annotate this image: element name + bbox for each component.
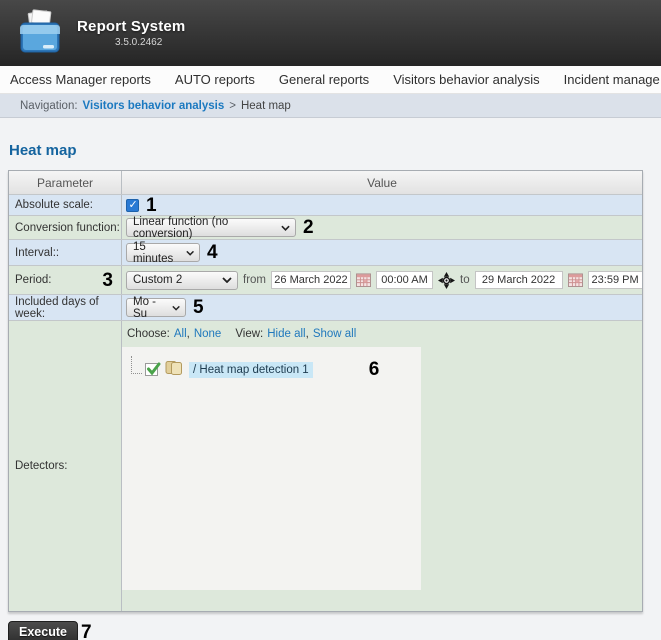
period-from-date-input[interactable]: 26 March 2022 — [271, 271, 351, 289]
view-show-all-link[interactable]: Show all — [313, 328, 356, 340]
detectors-tree-panel: / Heat map detection 1 6 — [122, 347, 421, 590]
annotation-2: 2 — [303, 218, 314, 237]
chevron-down-icon — [281, 225, 290, 231]
footer: Execute 7 — [8, 612, 653, 640]
annotation-5: 5 — [193, 298, 204, 317]
nav-incident-management[interactable]: Incident manage — [564, 72, 660, 87]
conversion-function-select[interactable]: Linear function (no conversion) — [126, 218, 296, 237]
conversion-function-value: Linear function (no conversion) — [133, 216, 275, 239]
choose-all-link[interactable]: All — [174, 328, 187, 340]
calendar-icon[interactable] — [356, 273, 371, 287]
breadcrumb-link-visitors-behavior[interactable]: Visitors behavior analysis — [83, 100, 225, 112]
choose-label: Choose: — [127, 328, 170, 340]
choose-none-link[interactable]: None — [194, 328, 222, 340]
absolute-scale-label: Absolute scale: — [9, 195, 122, 215]
period-preset-value: Custom 2 — [133, 274, 182, 286]
detector-tree-item-label[interactable]: / Heat map detection 1 — [189, 362, 313, 378]
detectors-links-line: Choose: All , None View: Hide all , Show… — [122, 321, 356, 340]
row-period: Period: 3 Custom 2 from 26 March 2022 00… — [9, 265, 642, 294]
column-header-parameter: Parameter — [9, 171, 122, 194]
main-menu: Access Manager reports AUTO reports Gene… — [0, 66, 661, 94]
crosshair-time-picker-icon[interactable] — [438, 272, 455, 289]
annotation-3: 3 — [102, 271, 113, 290]
row-conversion-function: Conversion function: Linear function (no… — [9, 215, 642, 239]
period-to-date-input[interactable]: 29 March 2022 — [475, 271, 563, 289]
app-title: Report System — [77, 18, 185, 35]
row-included-days: Included days of week: Mo - Su 5 — [9, 294, 642, 320]
included-days-value: Mo - Su — [133, 296, 166, 320]
check-icon — [146, 361, 162, 377]
row-detectors: Detectors: Choose: All , None View: Hide… — [9, 320, 642, 611]
interval-label: Interval:: — [9, 240, 122, 265]
breadcrumb: Navigation: Visitors behavior analysis >… — [0, 94, 661, 118]
detector-checkbox[interactable] — [145, 363, 158, 376]
view-label: View: — [235, 328, 263, 340]
tree-item-heat-map-detection: / Heat map detection 1 6 — [122, 356, 421, 383]
included-days-select[interactable]: Mo - Su — [126, 298, 186, 317]
breadcrumb-separator: > — [229, 100, 236, 112]
calendar-icon[interactable] — [568, 273, 583, 287]
row-absolute-scale: Absolute scale: 1 — [9, 194, 642, 215]
included-days-label: Included days of week: — [9, 295, 122, 320]
column-header-value: Value — [122, 171, 642, 194]
page-title: Heat map — [8, 118, 653, 170]
comma: , — [187, 328, 190, 340]
content-area: Heat map Parameter Value Absolute scale:… — [0, 118, 661, 640]
chevron-down-icon — [222, 277, 232, 283]
chevron-down-icon — [172, 305, 180, 311]
tree-connector — [131, 356, 142, 374]
chevron-down-icon — [186, 250, 194, 256]
detector-folder-icon — [165, 359, 183, 380]
annotation-6: 6 — [369, 360, 380, 379]
row-interval: Interval:: 15 minutes 4 — [9, 239, 642, 265]
interval-select[interactable]: 15 minutes — [126, 243, 200, 262]
nav-access-manager-reports[interactable]: Access Manager reports — [10, 72, 151, 87]
period-to-time-input[interactable]: 23:59 PM — [588, 271, 642, 289]
nav-auto-reports[interactable]: AUTO reports — [175, 72, 255, 87]
view-hide-all-link[interactable]: Hide all — [267, 328, 305, 340]
period-from-time-input[interactable]: 00:00 AM — [376, 271, 433, 289]
nav-general-reports[interactable]: General reports — [279, 72, 369, 87]
comma: , — [306, 328, 309, 340]
nav-visitors-behavior-analysis[interactable]: Visitors behavior analysis — [393, 72, 539, 87]
app-header: Report System 3.5.0.2462 — [0, 0, 661, 66]
period-to-label: to — [460, 274, 470, 286]
breadcrumb-current: Heat map — [241, 100, 291, 112]
app-title-block: Report System 3.5.0.2462 — [77, 18, 185, 48]
interval-value: 15 minutes — [133, 241, 180, 265]
app-version: 3.5.0.2462 — [115, 37, 185, 48]
conversion-function-label: Conversion function: — [9, 216, 122, 239]
breadcrumb-prefix: Navigation: — [20, 100, 78, 112]
period-preset-select[interactable]: Custom 2 — [126, 271, 238, 290]
app-logo-icon — [17, 9, 63, 57]
execute-button[interactable]: Execute — [8, 621, 78, 640]
annotation-7: 7 — [81, 623, 92, 640]
annotation-4: 4 — [207, 243, 218, 262]
absolute-scale-checkbox[interactable] — [126, 199, 139, 212]
period-label: Period: — [15, 274, 51, 286]
detectors-label: Detectors: — [9, 321, 122, 611]
table-header-row: Parameter Value — [9, 171, 642, 194]
parameters-table: Parameter Value Absolute scale: 1 Conver… — [8, 170, 643, 612]
period-from-label: from — [243, 274, 266, 286]
annotation-1: 1 — [146, 196, 157, 215]
